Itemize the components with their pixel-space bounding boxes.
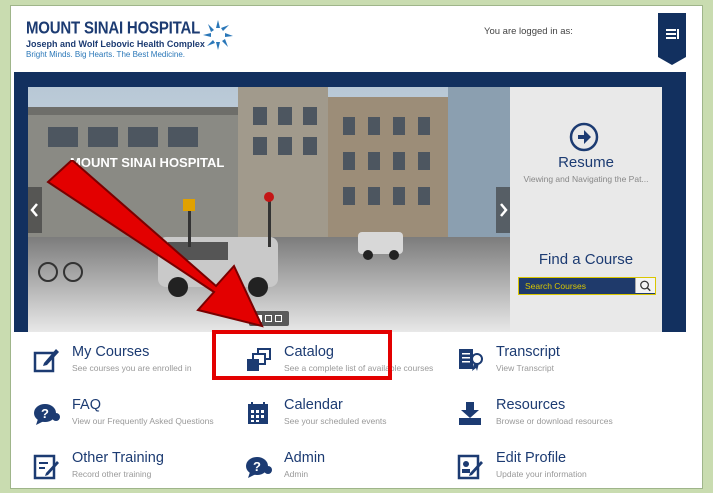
tile-subtitle: Browse or download resources: [496, 416, 613, 426]
tile-edit-profile[interactable]: Edit Profile Update your information: [438, 438, 658, 488]
calendar-icon: [248, 402, 268, 424]
tile-subtitle: View our Frequently Asked Questions: [72, 416, 214, 426]
tile-title: Catalog: [284, 344, 334, 360]
carousel-dot[interactable]: [255, 315, 262, 322]
tile-calendar[interactable]: Calendar See your scheduled events: [226, 385, 446, 435]
transcript-icon: [459, 349, 483, 371]
tile-title: FAQ: [72, 397, 102, 413]
tile-title: Edit Profile: [496, 450, 567, 466]
carousel-indicator: [249, 311, 289, 326]
tile-title: Other Training: [72, 450, 164, 466]
hero-image: MOUNT SINAI HOSPITAL: [28, 87, 510, 332]
resume-arrow-icon[interactable]: [568, 121, 600, 153]
side-panel: Resume Viewing and Navigating the Pat...…: [510, 87, 662, 332]
question-bubble-icon: ?: [246, 457, 272, 478]
tile-my-courses[interactable]: My Courses See courses you are enrolled …: [14, 332, 234, 382]
hero-carousel[interactable]: MOUNT SINAI HOSPITAL: [28, 87, 510, 332]
course-search-input[interactable]: [519, 278, 637, 293]
tile-title: Resources: [496, 397, 566, 413]
carousel-dot[interactable]: [265, 315, 272, 322]
dashboard-tiles: My Courses See courses you are enrolled …: [14, 332, 686, 482]
menu-icon[interactable]: [658, 13, 686, 65]
carousel-dot[interactable]: [275, 315, 282, 322]
star-logo-icon: [203, 20, 233, 50]
resume-title[interactable]: Resume: [510, 154, 662, 171]
download-icon: [459, 402, 481, 425]
search-icon[interactable]: [635, 278, 655, 293]
svg-text:?: ?: [253, 459, 261, 474]
banner-strip: [14, 72, 686, 87]
logo-title: MOUNT SINAI HOSPITAL: [26, 18, 201, 39]
banner-right-edge: [662, 87, 686, 332]
tile-transcript[interactable]: Transcript View Transcript: [438, 332, 658, 382]
tile-title: Admin: [284, 450, 326, 466]
building-sign: MOUNT SINAI HOSPITAL: [70, 155, 224, 170]
tile-faq[interactable]: ? FAQ View our Frequently Asked Question…: [14, 385, 234, 435]
tile-subtitle: Record other training: [72, 469, 152, 479]
find-course-title: Find a Course: [538, 251, 634, 268]
tile-subtitle: View Transcript: [496, 363, 554, 373]
banner-left-edge: [14, 87, 28, 332]
tile-subtitle: See a complete list of available courses: [284, 363, 434, 373]
tile-title: My Courses: [72, 344, 150, 360]
tile-subtitle: Admin: [284, 469, 309, 479]
carousel-prev-arrow-icon[interactable]: [28, 187, 42, 233]
tile-subtitle: Update your information: [496, 469, 587, 479]
question-bubble-icon: ?: [34, 404, 60, 425]
svg-text:?: ?: [41, 406, 49, 421]
login-status: You are logged in as:: [484, 26, 573, 37]
carousel-next-arrow-icon[interactable]: [496, 187, 510, 233]
tile-subtitle: See your scheduled events: [284, 416, 387, 426]
pencil-box-icon: [33, 349, 59, 373]
tile-admin[interactable]: ? Admin Admin: [226, 438, 446, 488]
resume-course-name[interactable]: Viewing and Navigating the Pat...: [510, 174, 662, 184]
tile-catalog[interactable]: Catalog See a complete list of available…: [226, 332, 446, 382]
tile-title: Transcript: [496, 344, 560, 360]
tile-subtitle: See courses you are enrolled in: [72, 363, 192, 373]
hospital-logo[interactable]: MOUNT SINAI HOSPITAL Joseph and Wolf Leb…: [26, 18, 233, 59]
tile-resources[interactable]: Resources Browse or download resources: [438, 385, 658, 435]
logo-tagline: Bright Minds. Big Hearts. The Best Medic…: [26, 50, 186, 59]
catalog-icon: [247, 348, 271, 371]
logo-subtitle: Joseph and Wolf Lebovic Health Complex: [26, 39, 205, 49]
edit-profile-icon: [457, 454, 483, 480]
course-search-box: [518, 277, 656, 295]
tile-title: Calendar: [284, 397, 343, 413]
edit-note-icon: [33, 454, 59, 480]
tile-other-training[interactable]: Other Training Record other training: [14, 438, 234, 488]
